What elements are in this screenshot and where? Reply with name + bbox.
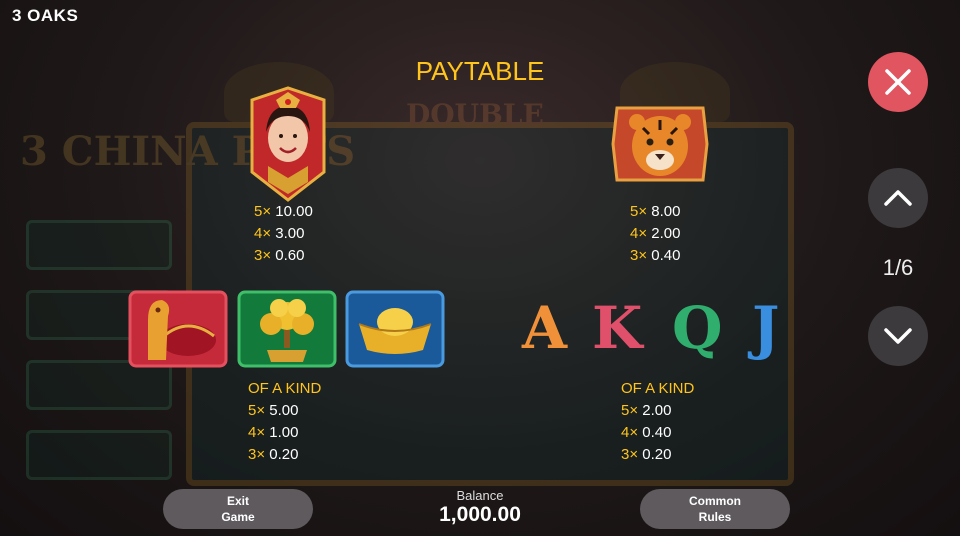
common-rules-button[interactable]: Common Rules [640,489,790,529]
payout-value: 5.00 [269,402,299,419]
of-a-kind-heading: OF A KIND [248,380,322,397]
multiplier: 3× [254,247,272,264]
previous-page-button[interactable] [868,168,928,228]
multiplier: 5× [254,203,272,220]
letter-a-symbol: A [522,294,568,362]
dragon-turtle-icon [128,290,228,368]
page-title: PAYTABLE [415,56,545,86]
payout-value: 0.40 [651,247,681,264]
next-page-button[interactable] [868,306,928,366]
payout-value: 0.60 [275,247,305,264]
multiplier: 3× [248,446,266,463]
multiplier: 4× [621,424,639,441]
button-label: Game [221,510,255,524]
payout-value: 2.00 [642,402,672,419]
multiplier: 5× [621,402,639,419]
payout-value: 3.00 [275,225,305,242]
multiplier: 3× [621,446,639,463]
balance-display: Balance 1,000.00 [400,488,560,527]
gold-ingot-icon [345,290,445,368]
of-a-kind-heading: OF A KIND [621,380,695,397]
money-tree-icon [237,290,337,368]
chevron-down-icon [884,328,912,344]
multiplier: 5× [630,203,648,220]
letter-j-symbol: J [752,294,780,362]
multiplier: 4× [254,225,272,242]
letter-q-symbol: Q [672,294,723,362]
payout-value: 1.00 [269,424,299,441]
multiplier: 5× [248,402,266,419]
woman-portrait-icon [248,86,328,202]
multiplier: 4× [630,225,648,242]
payout-value: 2.00 [651,225,681,242]
payout-value: 0.20 [642,446,672,463]
close-icon [885,69,911,95]
payout-value: 10.00 [275,203,313,220]
mid-symbols-paytable: OF A KIND 5× 5.00 4× 1.00 3× 0.20 [248,378,321,466]
tiger-paytable: 5× 8.00 4× 2.00 3× 0.40 [630,201,680,267]
button-label: Common [689,494,741,508]
chevron-up-icon [884,190,912,206]
letter-symbols-paytable: OF A KIND 5× 2.00 4× 0.40 3× 0.20 [621,378,694,466]
balance-amount: 1,000.00 [439,503,521,526]
payout-value: 8.00 [651,203,681,220]
letter-k-symbol: K [592,294,643,362]
multiplier: 3× [630,247,648,264]
provider-logo: 3 OAKS [12,6,79,25]
payout-value: 0.40 [642,424,672,441]
close-button[interactable] [868,52,928,112]
button-label: Exit [226,494,249,508]
exit-game-button[interactable]: Exit Game [163,489,313,529]
payout-value: 0.20 [269,446,299,463]
multiplier: 4× [248,424,266,441]
button-label: Rules [698,510,732,524]
jackpot-grand [26,220,172,270]
jackpot-mini [26,430,172,480]
woman-paytable: 5× 10.00 4× 3.00 3× 0.60 [254,201,313,267]
page-indicator: 1/6 [882,255,914,280]
double-label: DOUBLE [406,98,544,131]
balance-label: Balance [456,488,504,503]
tiger-icon [609,104,711,184]
